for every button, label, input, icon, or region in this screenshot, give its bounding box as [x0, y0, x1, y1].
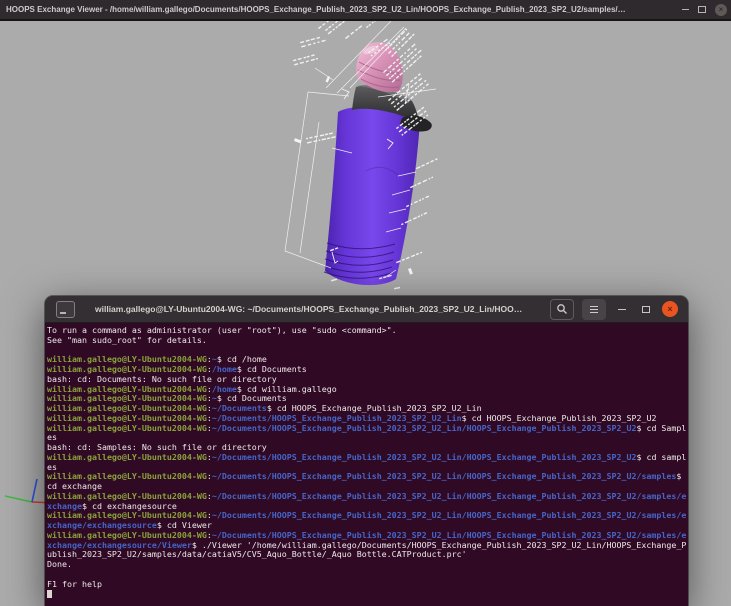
- app-close-icon[interactable]: ×: [715, 4, 727, 16]
- terminal-line: william.gallego@LY-Ubuntu2004-WG:~/Docum…: [47, 453, 687, 473]
- terminal-line: william.gallego@LY-Ubuntu2004-WG:~/Docum…: [47, 511, 687, 531]
- terminal-line: william.gallego@LY-Ubuntu2004-WG:~/Docum…: [47, 531, 687, 560]
- pmi-text-cluster: [293, 54, 318, 66]
- terminal-maximize-icon[interactable]: [642, 306, 650, 313]
- terminal-line: See "man sudo_root" for details.: [47, 336, 687, 346]
- terminal-title: william.gallego@LY-Ubuntu2004-WG: ~/Docu…: [95, 304, 525, 314]
- terminal-line: william.gallego@LY-Ubuntu2004-WG:~/Docum…: [47, 472, 687, 492]
- app-maximize-icon[interactable]: [698, 6, 706, 13]
- terminal-line: Done.: [47, 560, 687, 570]
- app-minimize-icon[interactable]: [682, 9, 689, 10]
- terminal-search-button[interactable]: [550, 299, 574, 320]
- bottle-body: [325, 107, 420, 285]
- pmi-text-cluster: [300, 36, 326, 48]
- terminal-minimize-icon[interactable]: [618, 309, 626, 310]
- terminal-body[interactable]: To run a command as administrator (user …: [45, 323, 688, 599]
- search-icon: [555, 302, 569, 316]
- app-title: HOOPS Exchange Viewer - /home/william.ga…: [6, 5, 626, 14]
- terminal-line: william.gallego@LY-Ubuntu2004-WG:~/Docum…: [47, 492, 687, 512]
- terminal-line: william.gallego@LY-Ubuntu2004-WG:~/Docum…: [47, 424, 687, 444]
- terminal-cursor: [47, 590, 52, 599]
- terminal-line: [47, 570, 687, 580]
- terminal-titlebar[interactable]: william.gallego@LY-Ubuntu2004-WG: ~/Docu…: [45, 296, 688, 323]
- pmi-text-cluster: [345, 25, 362, 39]
- terminal-window[interactable]: william.gallego@LY-Ubuntu2004-WG: ~/Docu…: [45, 296, 688, 606]
- terminal-output: To run a command as administrator (user …: [47, 326, 687, 599]
- terminal-line: F1 for help: [47, 580, 687, 590]
- pmi-text-cluster: [306, 132, 336, 144]
- terminal-menu-button[interactable]: [582, 299, 606, 320]
- terminal-app-icon: [56, 301, 75, 318]
- terminal-close-icon[interactable]: ×: [662, 301, 678, 317]
- hamburger-icon: [590, 306, 598, 307]
- terminal-line: [47, 589, 687, 599]
- app-titlebar[interactable]: HOOPS Exchange Viewer - /home/william.ga…: [0, 0, 731, 21]
- pmi-text-cluster: [416, 158, 438, 169]
